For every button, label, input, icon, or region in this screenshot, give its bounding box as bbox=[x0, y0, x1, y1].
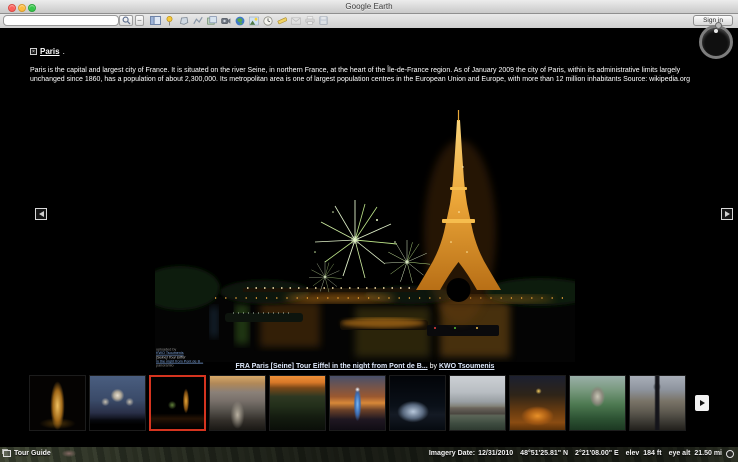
thumbnail-seine-bridge[interactable] bbox=[449, 375, 506, 431]
thumbnail-blue-eiffel[interactable] bbox=[329, 375, 386, 431]
status-bar: Tour Guide Imagery Date: 12/31/2010 48°5… bbox=[0, 447, 738, 462]
google-earth-window: Google Earth – bbox=[0, 0, 738, 462]
thumbnail-eiffel-night[interactable] bbox=[29, 375, 86, 431]
toolbar-icon-group bbox=[150, 15, 329, 26]
arrow-right-icon bbox=[725, 211, 730, 217]
search-input[interactable] bbox=[3, 15, 119, 26]
place-title-link[interactable]: Paris bbox=[40, 47, 60, 56]
tour-guide-toggle[interactable]: Tour Guide bbox=[3, 450, 51, 457]
sunlight-icon[interactable] bbox=[248, 15, 259, 26]
imagery-readout: Imagery Date: 12/31/2010 48°51'25.81" N … bbox=[429, 450, 722, 457]
photo-viewer: × Paris . Paris is the capital and large… bbox=[0, 28, 738, 462]
place-description: Paris is the capital and largest city of… bbox=[30, 66, 712, 84]
eye-alt-value: 21.50 mi bbox=[694, 450, 722, 457]
record-tour-icon[interactable] bbox=[220, 15, 231, 26]
main-photo[interactable] bbox=[155, 92, 575, 362]
next-photo-button[interactable] bbox=[721, 208, 733, 220]
place-title-suffix: . bbox=[63, 47, 65, 56]
eye-alt-label: eye alt bbox=[669, 450, 691, 457]
email-icon[interactable] bbox=[290, 15, 301, 26]
streaming-indicator-icon bbox=[726, 450, 734, 458]
add-path-icon[interactable] bbox=[192, 15, 203, 26]
elev-label: elev bbox=[626, 450, 640, 457]
photo-title-link[interactable]: FRA Paris [Seine] Tour Eiffel in the nig… bbox=[236, 363, 428, 370]
thumbnail-eiffel-fireworks-selected[interactable] bbox=[149, 375, 206, 431]
arrow-right-icon bbox=[700, 400, 705, 406]
thumbnail-avenue-sunset[interactable] bbox=[269, 375, 326, 431]
save-image-icon[interactable] bbox=[318, 15, 329, 26]
thumbnail-aerial-night[interactable] bbox=[509, 375, 566, 431]
imagery-date-value: 12/31/2010 bbox=[478, 450, 513, 457]
add-polygon-icon[interactable] bbox=[178, 15, 189, 26]
photo-caption: FRA Paris [Seine] Tour Eiffel in the nig… bbox=[155, 363, 575, 370]
thumbnail-sacre-coeur[interactable] bbox=[89, 375, 146, 431]
imagery-date-label: Imagery Date: bbox=[429, 450, 475, 457]
sidebar-toggle-icon[interactable] bbox=[150, 15, 161, 26]
switch-planet-icon[interactable] bbox=[234, 15, 245, 26]
tour-guide-label: Tour Guide bbox=[14, 450, 51, 457]
titlebar: Google Earth bbox=[0, 0, 738, 14]
historical-imagery-icon[interactable] bbox=[262, 15, 273, 26]
thumbnail-palace-courtyard[interactable] bbox=[629, 375, 686, 431]
toolbar: – bbox=[0, 14, 738, 29]
ruler-icon[interactable] bbox=[276, 15, 287, 26]
longitude-value: 2°21'08.00" E bbox=[575, 450, 619, 457]
thumbnail-cemetery-sunset[interactable] bbox=[209, 375, 266, 431]
gallery-next-button[interactable] bbox=[695, 395, 709, 411]
previous-photo-button[interactable] bbox=[35, 208, 47, 220]
add-image-overlay-icon[interactable] bbox=[206, 15, 217, 26]
collapse-box-icon[interactable]: × bbox=[30, 48, 37, 55]
thumbnail-strip bbox=[29, 375, 686, 431]
print-icon[interactable] bbox=[304, 15, 315, 26]
window-title: Google Earth bbox=[0, 2, 738, 11]
navigation-compass[interactable] bbox=[699, 25, 733, 59]
photos-icon bbox=[3, 450, 11, 457]
add-placemark-icon[interactable] bbox=[164, 15, 175, 26]
elev-value: 184 ft bbox=[643, 450, 661, 457]
thumbnail-garden-fountain[interactable] bbox=[569, 375, 626, 431]
search-collapse-button[interactable]: – bbox=[135, 15, 144, 26]
arrow-left-icon bbox=[39, 211, 44, 217]
latitude-value: 48°51'25.81" N bbox=[520, 450, 568, 457]
search-button[interactable] bbox=[119, 15, 133, 26]
photo-author-link[interactable]: KWO Tsoumenis bbox=[439, 363, 494, 370]
caption-by-text: by bbox=[430, 363, 437, 370]
thumbnail-louvre-pyramid[interactable] bbox=[389, 375, 446, 431]
magnifier-icon bbox=[121, 15, 132, 26]
